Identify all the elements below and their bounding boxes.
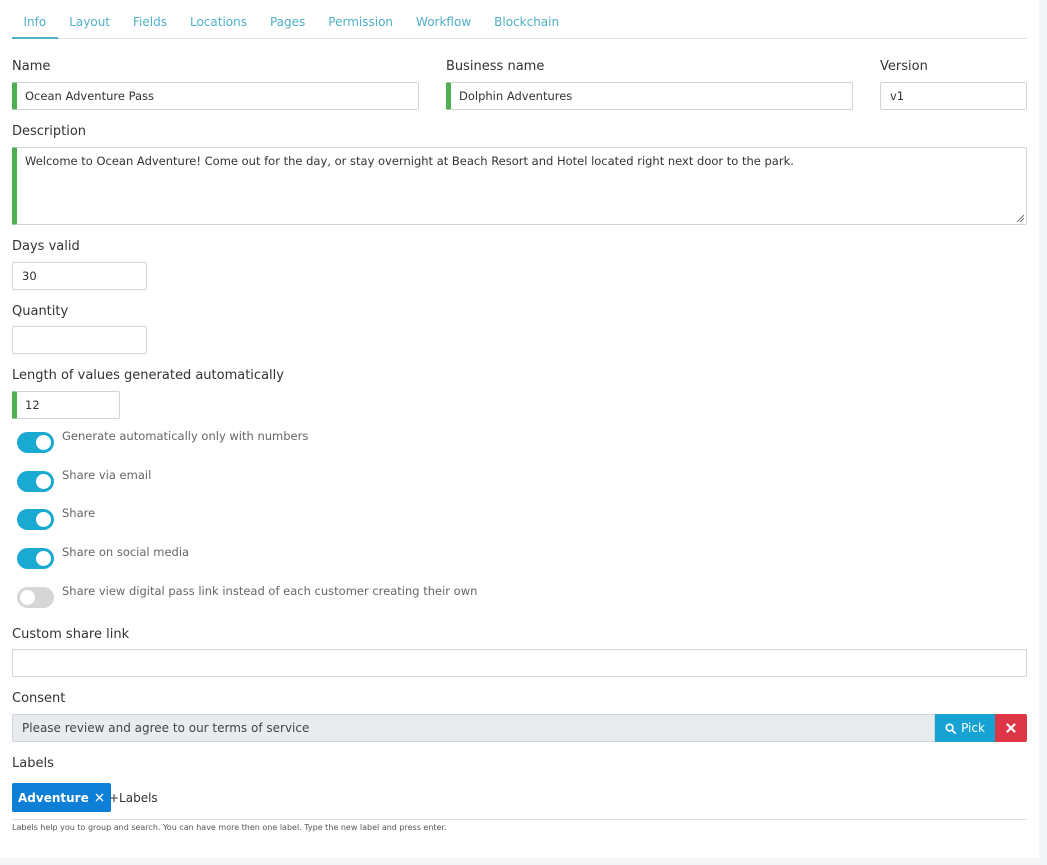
pick-button[interactable]: Pick — [935, 714, 995, 742]
consent-label: Consent — [12, 691, 66, 706]
toggle-knob — [36, 474, 51, 489]
labels-help-text: Labels help you to group and search. You… — [12, 823, 447, 832]
name-label: Name — [12, 59, 51, 74]
close-icon[interactable] — [95, 793, 104, 802]
consent-input: Please review and agree to our terms of … — [12, 714, 935, 742]
quantity-input[interactable] — [12, 326, 147, 354]
labels-divider — [12, 819, 1027, 820]
toggle-row-numbers-only: Generate automatically only with numbers — [17, 429, 309, 453]
custom-share-link-label: Custom share link — [12, 627, 130, 642]
toggle-row-share-social: Share on social media — [17, 545, 190, 569]
share-view-link-toggle[interactable] — [17, 587, 54, 608]
name-input[interactable]: Ocean Adventure Pass — [12, 82, 419, 110]
days-valid-label: Days valid — [12, 239, 80, 254]
search-icon — [945, 722, 957, 734]
share-email-toggle[interactable] — [17, 471, 54, 492]
version-input[interactable]: v1 — [880, 82, 1027, 110]
toggle-knob — [36, 435, 51, 450]
tab-info[interactable]: Info — [12, 10, 58, 39]
label-chip-text: Adventure — [18, 790, 89, 805]
days-valid-input[interactable]: 30 — [12, 262, 147, 290]
description-text: Welcome to Ocean Adventure! Come out for… — [25, 154, 794, 168]
description-label: Description — [12, 124, 87, 139]
length-input[interactable]: 12 — [12, 391, 120, 419]
toggle-knob — [36, 551, 51, 566]
custom-share-link-input[interactable] — [12, 649, 1027, 677]
version-label: Version — [880, 59, 928, 74]
numbers-only-toggle[interactable] — [17, 432, 54, 453]
toggle-row-share: Share — [17, 506, 96, 530]
toggle-knob — [20, 590, 35, 605]
length-label: Length of values generated automatically — [12, 368, 284, 383]
toggle-knob — [36, 512, 51, 527]
pick-button-label: Pick — [961, 721, 985, 735]
tab-bar: Info Layout Fields Locations Pages Permi… — [12, 10, 1027, 39]
remove-consent-button[interactable] — [995, 714, 1027, 742]
quantity-label: Quantity — [12, 304, 69, 319]
share-toggle[interactable] — [17, 509, 54, 530]
tab-blockchain[interactable]: Blockchain — [483, 10, 571, 39]
description-textarea[interactable]: Welcome to Ocean Adventure! Come out for… — [12, 147, 1027, 225]
share-social-label: Share on social media — [62, 545, 190, 559]
share-view-link-label: Share view digital pass link instead of … — [62, 584, 478, 598]
tab-permission[interactable]: Permission — [317, 10, 405, 39]
close-icon — [1006, 723, 1016, 733]
share-email-label: Share via email — [62, 468, 152, 482]
toggle-row-share-view-link: Share view digital pass link instead of … — [17, 584, 478, 608]
label-chip: Adventure — [12, 783, 111, 812]
share-social-toggle[interactable] — [17, 548, 54, 569]
business-name-input[interactable]: Dolphin Adventures — [446, 82, 853, 110]
tab-pages[interactable]: Pages — [258, 10, 316, 39]
pass-info-panel: Info Layout Fields Locations Pages Permi… — [0, 0, 1039, 858]
tab-workflow[interactable]: Workflow — [405, 10, 483, 39]
add-labels-input[interactable]: +Labels — [109, 791, 158, 805]
business-name-label: Business name — [446, 59, 545, 74]
share-label: Share — [62, 506, 96, 520]
labels-label: Labels — [12, 756, 54, 771]
toggle-row-share-email: Share via email — [17, 468, 152, 492]
tab-locations[interactable]: Locations — [178, 10, 258, 39]
tab-fields[interactable]: Fields — [122, 10, 179, 39]
resize-grip-icon[interactable] — [1016, 214, 1024, 222]
numbers-only-label: Generate automatically only with numbers — [62, 429, 309, 443]
tab-layout[interactable]: Layout — [58, 10, 122, 39]
